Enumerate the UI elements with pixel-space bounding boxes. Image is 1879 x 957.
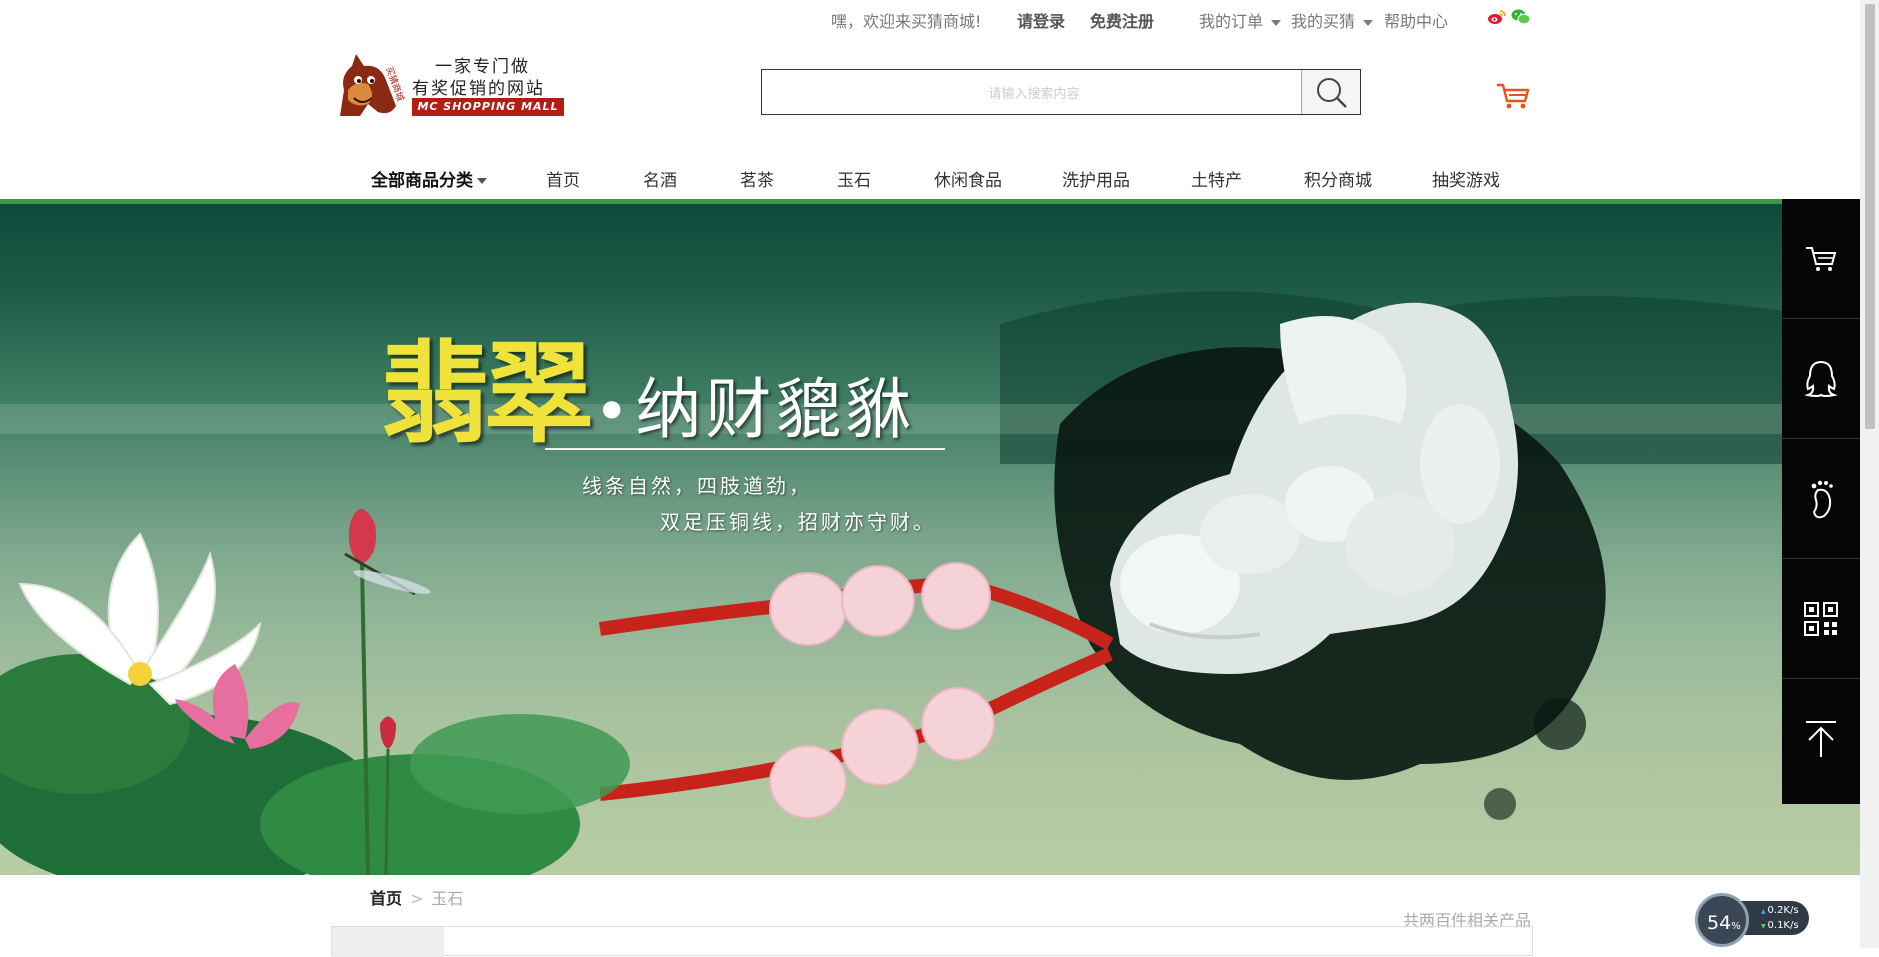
speed-percent: 54% xyxy=(1707,912,1741,934)
nav-item-toiletries[interactable]: 洗护用品 xyxy=(1062,166,1130,191)
nav-item-local-specialties[interactable]: 土特产 xyxy=(1191,166,1242,191)
breadcrumb: 首页 > 玉石 xyxy=(370,885,463,909)
search-button[interactable] xyxy=(1301,70,1360,114)
sidebar-cart-button[interactable] xyxy=(1782,199,1860,319)
chevron-down-icon xyxy=(1363,19,1374,26)
all-categories-label: 全部商品分类 xyxy=(371,171,473,191)
cart-icon xyxy=(1806,246,1837,271)
banner-underline xyxy=(545,448,945,450)
speed-gauge: 54% xyxy=(1695,893,1749,947)
banner-headline: 翡翠 •纳财貔貅 xyxy=(380,304,915,464)
nav-item-jade[interactable]: 玉石 xyxy=(837,166,871,191)
nav-item-home[interactable]: 首页 xyxy=(546,166,580,191)
banner-title-jade: 翡翠 xyxy=(380,329,594,458)
nav-item-points-mall[interactable]: 积分商城 xyxy=(1304,166,1372,191)
weibo-icon[interactable] xyxy=(1487,8,1507,26)
nav-item-tea[interactable]: 茗茶 xyxy=(740,166,774,191)
horse-mascot-icon: 买猜商城 xyxy=(340,54,407,116)
logo-plate: MC SHOPPING MALL xyxy=(412,98,564,116)
banner-title-pixiu: 纳财貔貅 xyxy=(635,371,916,448)
breadcrumb-current: 玉石 xyxy=(431,889,464,908)
logo-tagline-2: 有奖促销的网站 xyxy=(412,79,545,99)
nav-item-lottery-games[interactable]: 抽奖游戏 xyxy=(1432,166,1500,191)
nav-item-snacks[interactable]: 休闲食品 xyxy=(934,166,1002,191)
breadcrumb-home[interactable]: 首页 xyxy=(370,889,402,908)
search-icon xyxy=(1317,78,1347,108)
sidebar-qq-button[interactable] xyxy=(1782,319,1860,439)
my-bets-menu[interactable]: 我的买猜 xyxy=(1291,8,1374,32)
banner-title-dot: • xyxy=(594,377,630,447)
chevron-down-icon xyxy=(1271,19,1282,26)
sort-bar xyxy=(331,926,1533,957)
sidebar-qrcode-button[interactable] xyxy=(1782,559,1860,679)
main-nav: 全部商品分类 首页 名酒 茗茶 玉石 休闲食品 洗护用品 土特产 积分商城 抽奖… xyxy=(0,158,1860,198)
sidebar-back-to-top-button[interactable] xyxy=(1782,679,1860,799)
network-speed-widget[interactable]: 54% 0.2K/s 0.1K/s xyxy=(1695,893,1815,947)
my-orders-label: 我的订单 xyxy=(1199,12,1264,31)
nav-item-liquor[interactable]: 名酒 xyxy=(643,166,677,191)
banner-artwork xyxy=(0,291,1860,875)
speed-percent-unit: % xyxy=(1731,921,1741,932)
my-bets-label: 我的买猜 xyxy=(1291,12,1356,31)
all-categories-menu[interactable]: 全部商品分类 xyxy=(371,166,487,191)
login-link[interactable]: 请登录 xyxy=(1017,8,1065,32)
register-link[interactable]: 免费注册 xyxy=(1090,8,1154,32)
hero-banner[interactable]: 翡翠 •纳财貔貅 线条自然，四肢遒劲， 双足压铜线，招财亦守财。 xyxy=(0,204,1860,875)
chevron-down-icon xyxy=(477,178,487,184)
wechat-icon[interactable] xyxy=(1511,8,1531,26)
qrcode-icon xyxy=(1804,601,1838,636)
welcome-text: 嘿，欢迎来买猜商城! xyxy=(831,12,982,31)
banner-text-line-1: 线条自然，四肢遒劲， xyxy=(582,474,812,498)
scrollbar-thumb[interactable] xyxy=(1865,4,1875,429)
sort-tab-default[interactable] xyxy=(332,927,444,957)
footprint-icon xyxy=(1811,480,1833,518)
banner-text-line-2: 双足压铜线，招财亦守财。 xyxy=(660,510,936,534)
back-to-top-icon xyxy=(1806,721,1836,757)
search-input[interactable] xyxy=(762,70,1306,116)
breadcrumb-separator: > xyxy=(410,889,424,908)
help-center-link[interactable]: 帮助中心 xyxy=(1384,8,1448,32)
sidebar-footprint-button[interactable] xyxy=(1782,439,1860,559)
download-speed: 0.1K/s xyxy=(1761,920,1799,931)
upload-speed: 0.2K/s xyxy=(1761,905,1799,916)
site-logo[interactable]: 买猜商城 一家专门做 有奖促销的网站 MC SHOPPING MALL xyxy=(330,50,570,120)
top-bar: 嘿，欢迎来买猜商城! 请登录 免费注册 我的订单 我的买猜 帮助中心 xyxy=(0,0,1860,36)
floating-toolbar xyxy=(1782,199,1860,804)
page-scrollbar[interactable] xyxy=(1860,0,1879,948)
cart-icon[interactable] xyxy=(1496,82,1530,110)
my-orders-menu[interactable]: 我的订单 xyxy=(1199,8,1282,32)
speed-percent-value: 54 xyxy=(1707,912,1732,934)
search-box xyxy=(761,69,1361,116)
qq-icon xyxy=(1804,360,1838,397)
